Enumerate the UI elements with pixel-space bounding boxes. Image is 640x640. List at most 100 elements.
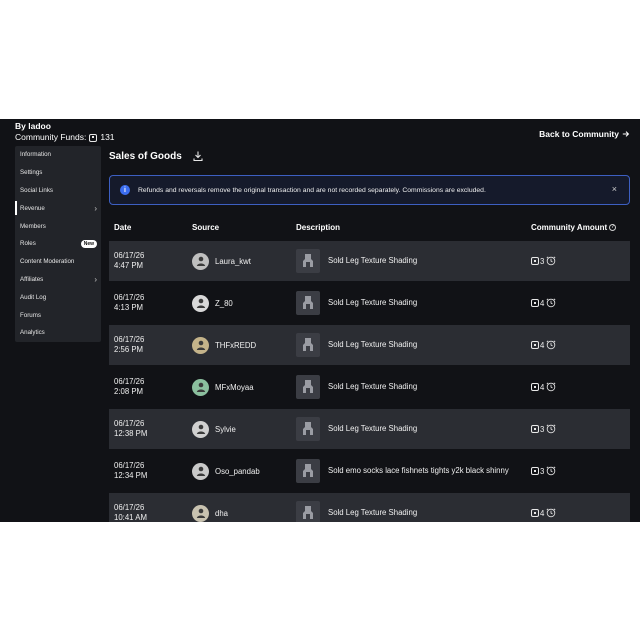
clothing-item-icon: [303, 380, 313, 393]
close-icon[interactable]: ×: [612, 184, 617, 194]
item-thumbnail[interactable]: [296, 417, 320, 441]
sidebar-item-label: Members: [20, 222, 46, 230]
clock-icon: [546, 298, 556, 308]
row-date-time: 12:34 PM: [114, 471, 148, 480]
row-source-name: THFxREDD: [215, 340, 257, 350]
row-source[interactable]: Oso_pandab: [192, 462, 296, 480]
row-date-day: 06/17/26: [114, 251, 145, 260]
row-source[interactable]: Laura_kwt: [192, 252, 296, 270]
sidebar-item-content-moderation[interactable]: Content Moderation: [15, 253, 101, 271]
sidebar-item-roles[interactable]: Roles New: [15, 235, 101, 253]
row-description: Sold Leg Texture Shading: [296, 375, 531, 399]
clothing-item-icon: [303, 506, 313, 519]
column-date: Date: [114, 222, 132, 232]
item-thumbnail[interactable]: [296, 501, 320, 522]
avatar[interactable]: [192, 336, 209, 354]
row-description-text: Sold Leg Texture Shading: [328, 298, 418, 307]
avatar[interactable]: [192, 294, 209, 312]
row-amount-value: 4: [540, 340, 545, 350]
row-source[interactable]: MFxMoyaa: [192, 378, 296, 396]
clock-icon: [546, 382, 556, 392]
funds-value: 131: [100, 132, 115, 142]
user-avatar-icon: [196, 466, 205, 476]
item-thumbnail[interactable]: [296, 249, 320, 273]
row-description: Sold Leg Texture Shading: [296, 249, 531, 273]
sidebar-item-analytics[interactable]: Analytics: [15, 324, 101, 342]
row-source[interactable]: THFxREDD: [192, 336, 296, 354]
sidebar-item-members[interactable]: Members: [15, 217, 101, 235]
column-description: Description: [296, 222, 341, 232]
row-date-day: 06/17/26: [114, 377, 145, 386]
avatar[interactable]: [192, 462, 209, 480]
back-to-community-link[interactable]: Back to Community: [539, 129, 630, 139]
avatar[interactable]: [192, 420, 209, 438]
row-source[interactable]: dha: [192, 504, 296, 522]
table-row[interactable]: 06/17/26 12:34 PM Oso_pandab Sold emo socks…: [109, 451, 630, 491]
arrow-right-icon: [622, 131, 630, 137]
sidebar-item-settings[interactable]: Settings: [15, 164, 101, 182]
row-source-name: Oso_pandab: [215, 466, 260, 476]
community-funds: Community Funds: 131: [15, 132, 115, 143]
group-owner-label[interactable]: By ladoo: [15, 121, 115, 132]
sidebar-item-affiliates[interactable]: Affiliates ›: [15, 271, 101, 289]
robux-icon: [531, 467, 539, 475]
column-amount-label: Community Amount: [531, 222, 608, 232]
row-date: 06/17/26 2:08 PM: [114, 377, 192, 397]
row-amount: 3: [531, 424, 630, 434]
avatar[interactable]: [192, 378, 209, 396]
row-date-time: 12:38 PM: [114, 429, 148, 438]
row-source[interactable]: Z_80: [192, 294, 296, 312]
row-description: Sold emo socks lace fishnets tights y2k …: [296, 459, 531, 483]
clothing-item-icon: [303, 254, 313, 267]
clock-icon: [546, 466, 556, 476]
sidebar-item-label: Revenue: [20, 204, 45, 212]
row-description: Sold Leg Texture Shading: [296, 291, 531, 315]
sidebar-item-revenue[interactable]: Revenue ›: [15, 199, 101, 217]
clothing-item-icon: [303, 464, 313, 477]
row-date-time: 2:08 PM: [114, 387, 144, 396]
download-icon[interactable]: [192, 150, 204, 162]
sidebar-item-audit-log[interactable]: Audit Log: [15, 288, 101, 306]
row-date: 06/17/26 10:41 AM: [114, 503, 192, 522]
item-thumbnail[interactable]: [296, 459, 320, 483]
avatar[interactable]: [192, 504, 209, 522]
row-date-day: 06/17/26: [114, 335, 145, 344]
sidebar-item-label: Affiliates: [20, 275, 44, 283]
row-amount-value: 4: [540, 298, 545, 308]
row-description-text: Sold Leg Texture Shading: [328, 340, 418, 349]
table-row[interactable]: 06/17/26 4:47 PM Laura_kwt Sold Leg Texture…: [109, 241, 630, 281]
row-date-day: 06/17/26: [114, 461, 145, 470]
table-row[interactable]: 06/17/26 12:38 PM Sylvie Sold Leg Texture S…: [109, 409, 630, 449]
table-row[interactable]: 06/17/26 4:13 PM Z_80 Sold Leg Texture Shad…: [109, 283, 630, 323]
table-header: Date Source Description Community Amount…: [109, 213, 630, 241]
help-icon[interactable]: ?: [609, 223, 617, 231]
row-source[interactable]: Sylvie: [192, 420, 296, 438]
sidebar-item-label: Analytics: [20, 329, 45, 337]
info-banner: i Refunds and reversals remove the origi…: [109, 175, 630, 205]
row-date: 06/17/26 12:38 PM: [114, 419, 192, 439]
robux-icon: [531, 425, 539, 433]
sidebar-item-label: Roles: [20, 240, 36, 248]
sidebar-item-social-links[interactable]: Social Links: [15, 182, 101, 200]
info-text: Refunds and reversals remove the origina…: [138, 186, 486, 194]
user-avatar-icon: [196, 382, 205, 392]
item-thumbnail[interactable]: [296, 375, 320, 399]
table-row[interactable]: 06/17/26 2:08 PM MFxMoyaa Sold Leg Texture …: [109, 367, 630, 407]
table-row[interactable]: 06/17/26 10:41 AM dha Sold Leg Texture Shad…: [109, 493, 630, 522]
user-avatar-icon: [196, 508, 205, 518]
row-source-name: MFxMoyaa: [215, 382, 254, 392]
column-amount: Community Amount ?: [531, 223, 630, 232]
row-description-text: Sold Leg Texture Shading: [328, 382, 418, 391]
robux-icon: [531, 509, 539, 517]
sidebar-item-forums[interactable]: Forums: [15, 306, 101, 324]
sidebar-item-information[interactable]: Information: [15, 146, 101, 164]
row-description: Sold Leg Texture Shading: [296, 333, 531, 357]
row-amount: 4: [531, 508, 630, 518]
table-row[interactable]: 06/17/26 2:56 PM THFxREDD Sold Leg Texture …: [109, 325, 630, 365]
item-thumbnail[interactable]: [296, 333, 320, 357]
avatar[interactable]: [192, 252, 209, 270]
row-description-text: Sold Leg Texture Shading: [328, 256, 418, 265]
robux-icon: [531, 383, 539, 391]
item-thumbnail[interactable]: [296, 291, 320, 315]
row-amount-value: 3: [540, 424, 545, 434]
